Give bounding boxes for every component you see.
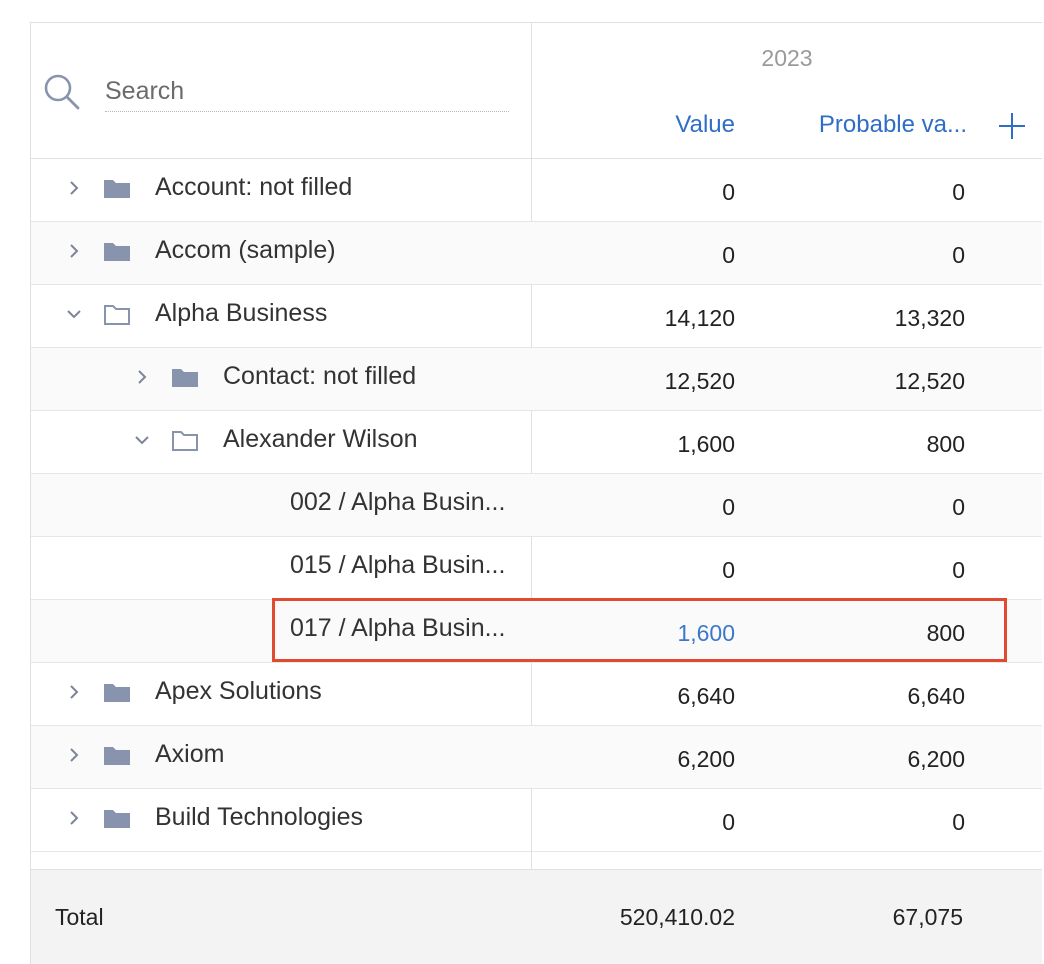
folder-icon <box>104 180 130 198</box>
probable-value-cell: 800 <box>926 620 965 646</box>
folder-icon <box>104 684 130 702</box>
chevron-right-icon[interactable] <box>65 683 83 701</box>
table-row[interactable]: Accom (sample) 0 0 <box>31 222 1042 285</box>
column-header-value[interactable]: Value <box>591 111 735 139</box>
folder-icon <box>172 369 198 387</box>
folder-icon <box>104 747 130 765</box>
value-cell: 0 <box>722 809 735 835</box>
chevron-right-icon[interactable] <box>133 368 151 386</box>
probable-value-cell: 6,200 <box>907 746 965 772</box>
row-label[interactable]: Alexander Wilson <box>223 425 418 454</box>
value-cell: 1,600 <box>677 431 735 457</box>
chevron-right-icon[interactable] <box>65 746 83 764</box>
table-row[interactable]: 002 / Alpha Busin... 0 0 <box>31 474 1042 537</box>
year-header: 2023 <box>761 45 813 71</box>
search-input[interactable] <box>105 73 509 112</box>
add-column-button[interactable] <box>997 111 1027 141</box>
row-label[interactable]: Account: not filled <box>155 173 352 202</box>
row-label[interactable]: Contact: not filled <box>223 362 416 391</box>
chevron-right-icon[interactable] <box>65 242 83 260</box>
folder-icon <box>104 810 130 828</box>
search-icon[interactable] <box>43 73 81 111</box>
value-cell: 0 <box>722 179 735 205</box>
probable-value-cell: 800 <box>926 431 965 457</box>
table-row[interactable]: Build Technologies 0 0 <box>31 789 1042 852</box>
row-label[interactable]: Alpha Business <box>155 299 327 328</box>
value-cell[interactable]: 1,600 <box>591 620 735 647</box>
pivot-table: 2023 Value Probable va... Account: not f… <box>30 22 1042 964</box>
value-cell: 6,200 <box>677 746 735 772</box>
chevron-down-icon[interactable] <box>65 305 83 323</box>
table-row[interactable]: Axiom 6,200 6,200 <box>31 726 1042 789</box>
table-row[interactable]: Contact: not filled 12,520 12,520 <box>31 348 1042 411</box>
value-cell: 6,640 <box>677 683 735 709</box>
row-label[interactable]: 015 / Alpha Busin... <box>290 551 505 580</box>
probable-value-cell: 0 <box>952 557 965 583</box>
folder-open-icon <box>172 431 198 451</box>
total-label: Total <box>55 904 104 930</box>
table-header: 2023 Value Probable va... <box>31 23 1042 159</box>
folder-icon <box>104 243 130 261</box>
total-probable-value: 67,075 <box>892 904 963 930</box>
table-body: Account: not filled 0 0 Accom (sample) 0 0 Alp… <box>31 159 1042 852</box>
total-value: 520,410.02 <box>619 904 735 930</box>
value-cell: 14,120 <box>664 305 735 331</box>
value-cell: 0 <box>722 242 735 268</box>
probable-value-cell: 0 <box>952 242 965 268</box>
chevron-right-icon[interactable] <box>65 179 83 197</box>
table-row[interactable]: Alexander Wilson 1,600 800 <box>31 411 1042 474</box>
row-label[interactable]: Accom (sample) <box>155 236 336 265</box>
value-cell: 0 <box>722 557 735 583</box>
table-row[interactable]: 017 / Alpha Busin... 1,600 800 <box>31 600 1042 663</box>
chevron-right-icon[interactable] <box>65 809 83 827</box>
table-row[interactable]: Account: not filled 0 0 <box>31 159 1042 222</box>
chevron-down-icon[interactable] <box>133 431 151 449</box>
probable-value-cell: 0 <box>952 179 965 205</box>
table-row[interactable]: Apex Solutions 6,640 6,640 <box>31 663 1042 726</box>
row-label[interactable]: Build Technologies <box>155 803 363 832</box>
probable-value-cell: 12,520 <box>894 368 965 394</box>
row-label[interactable]: 017 / Alpha Busin... <box>290 614 505 643</box>
table-row[interactable]: 015 / Alpha Busin... 0 0 <box>31 537 1042 600</box>
table-row[interactable]: Alpha Business 14,120 13,320 <box>31 285 1042 348</box>
probable-value-cell: 0 <box>952 494 965 520</box>
probable-value-cell: 0 <box>952 809 965 835</box>
folder-open-icon <box>104 305 130 325</box>
probable-value-cell: 13,320 <box>894 305 965 331</box>
value-cell: 0 <box>722 494 735 520</box>
row-label[interactable]: Axiom <box>155 740 224 769</box>
row-label[interactable]: Apex Solutions <box>155 677 322 706</box>
probable-value-cell: 6,640 <box>907 683 965 709</box>
row-label[interactable]: 002 / Alpha Busin... <box>290 488 505 517</box>
total-row: Total 520,410.02 67,075 <box>31 869 1042 964</box>
column-header-probable-value[interactable]: Probable va... <box>801 111 967 139</box>
value-cell: 12,520 <box>664 368 735 394</box>
